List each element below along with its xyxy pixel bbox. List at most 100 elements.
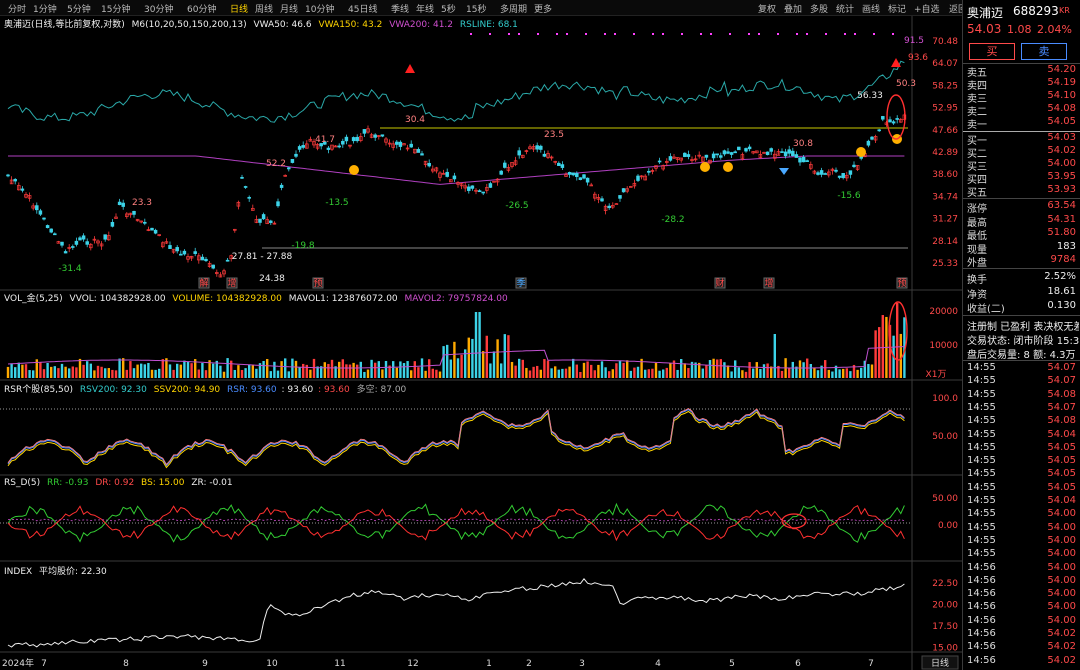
event-marker-label: 财 xyxy=(715,277,724,289)
candle-body xyxy=(488,183,493,188)
period-tab[interactable]: 季线 xyxy=(391,2,409,15)
period-tab[interactable]: 5分钟 xyxy=(67,2,91,15)
volume-bar xyxy=(845,368,848,378)
candle-body xyxy=(63,251,68,254)
toolbar-action[interactable]: 叠加 xyxy=(784,2,802,15)
period-tab[interactable]: 1分钟 xyxy=(33,2,57,15)
volume-bar xyxy=(896,303,899,378)
rsr-axis-label: 50.00 xyxy=(932,432,958,442)
candle-body xyxy=(470,185,475,189)
period-tab[interactable]: 5秒 xyxy=(441,2,456,15)
period-tab[interactable]: 30分钟 xyxy=(144,2,173,15)
candle-body xyxy=(837,175,842,178)
candle-body xyxy=(657,160,662,163)
volume-bar xyxy=(172,369,175,378)
period-tab[interactable]: 45日线 xyxy=(348,2,377,15)
toolbar-action[interactable]: 画线 xyxy=(862,2,880,15)
rr-label: RR: -0.93 xyxy=(47,478,89,488)
tick-row: 14:55 54.05 xyxy=(967,468,1076,481)
period-tab[interactable]: 15秒 xyxy=(466,2,486,15)
volume-bar xyxy=(348,364,352,378)
candle-body xyxy=(150,227,154,231)
tick-price: 54.05 xyxy=(1047,455,1076,467)
volume-bar xyxy=(435,369,438,378)
period-tab[interactable]: 分时 xyxy=(8,2,26,15)
toolbar-action[interactable]: 复权 xyxy=(758,2,776,15)
tick-price: 54.08 xyxy=(1047,415,1076,427)
volume-bar xyxy=(726,365,730,378)
vol-axis-label: 10000 xyxy=(929,341,958,351)
stat-row-value: 0.130 xyxy=(1047,300,1076,311)
volume-bar xyxy=(233,369,236,378)
volume-bar xyxy=(752,368,755,378)
volume-bar xyxy=(417,367,420,378)
bid-row: 买三 54.00 xyxy=(967,158,1076,173)
candle-body xyxy=(780,151,784,153)
tick-row: 14:55 54.05 xyxy=(967,455,1076,468)
zr-label: ZR: -0.01 xyxy=(191,478,233,488)
sell-button[interactable]: 卖 xyxy=(1021,43,1067,60)
candle-body xyxy=(60,241,64,246)
tick-time: 14:56 xyxy=(967,561,996,573)
volume-bar xyxy=(179,364,182,378)
candle-body xyxy=(276,201,280,207)
down-triangle xyxy=(779,168,789,175)
period-tab[interactable]: 多周期 xyxy=(500,2,527,15)
period-tab[interactable]: 月线 xyxy=(280,2,298,15)
signal-dot xyxy=(585,33,587,35)
rsd-axis-label: 0.00 xyxy=(938,521,958,531)
period-tab[interactable]: 60分钟 xyxy=(187,2,216,15)
tick-row: 14:55 54.05 xyxy=(967,442,1076,455)
volume-bar xyxy=(356,364,359,378)
toolbar-action[interactable]: 标记 xyxy=(888,2,906,15)
period-tab[interactable]: 日线 xyxy=(230,2,248,15)
tick-price: 54.00 xyxy=(1047,588,1076,600)
tick-time: 14:55 xyxy=(967,401,996,413)
period-tab[interactable]: 10分钟 xyxy=(305,2,334,15)
chart-area[interactable]: 70.48 64.07 58.25 52.95 47.66 42.89 38.60 34.74… xyxy=(0,16,962,670)
vol-unit-label: X1万 xyxy=(926,370,947,380)
toolbar-action[interactable]: +自选 xyxy=(914,2,940,15)
candle-body xyxy=(744,148,748,152)
period-tab[interactable]: 周线 xyxy=(255,2,273,15)
period-tab[interactable]: 年线 xyxy=(416,2,434,15)
volume-bar xyxy=(446,344,449,378)
candle-body xyxy=(866,140,871,146)
volume-bar xyxy=(24,364,28,378)
price-annotation: 93.6 xyxy=(908,53,928,63)
volume-bar xyxy=(10,363,13,378)
volume-bar xyxy=(788,367,791,378)
volume-bar xyxy=(291,358,294,378)
volume-bar xyxy=(204,370,208,378)
volume-bar xyxy=(809,363,812,378)
signal-dot xyxy=(633,33,635,35)
toolbar-action[interactable]: 多股 xyxy=(810,2,828,15)
price-annotation: -26.5 xyxy=(505,201,528,211)
volume-bar xyxy=(719,359,722,378)
volume-bar xyxy=(86,361,89,378)
rsline-label: RSLINE: 68.1 xyxy=(459,20,518,30)
candle-body xyxy=(182,250,187,255)
stock-tag: KR xyxy=(1059,6,1070,15)
stat-row: 净资 18.61 xyxy=(967,286,1076,301)
candle-body xyxy=(53,233,57,236)
toolbar-action[interactable]: 统计 xyxy=(836,2,854,15)
price-annotation: 52.2 xyxy=(266,159,286,169)
volume-bar xyxy=(521,359,524,378)
volume-bar xyxy=(428,359,431,378)
volume-bar xyxy=(345,364,348,378)
volume-bar xyxy=(683,363,686,378)
period-tab[interactable]: 15分钟 xyxy=(101,2,130,15)
period-tab[interactable]: 更多 xyxy=(534,2,552,15)
volume-bar xyxy=(190,363,193,378)
tick-price: 54.00 xyxy=(1047,534,1076,546)
vol-pane-legend: VOL_金(5,25) VVOL: 104382928.00 VOLUME: 1… xyxy=(4,291,508,304)
candle-body xyxy=(787,149,791,154)
tick-price: 54.02 xyxy=(1047,641,1076,653)
candle-body xyxy=(870,136,874,140)
buy-button[interactable]: 买 xyxy=(969,43,1015,60)
volume-bar xyxy=(557,369,560,378)
rsr-pane-legend: RSR个股(85,50) RSV200: 92.30 SSV200: 94.90… xyxy=(4,382,406,395)
candle-body xyxy=(711,153,716,159)
candle-body xyxy=(153,229,158,234)
